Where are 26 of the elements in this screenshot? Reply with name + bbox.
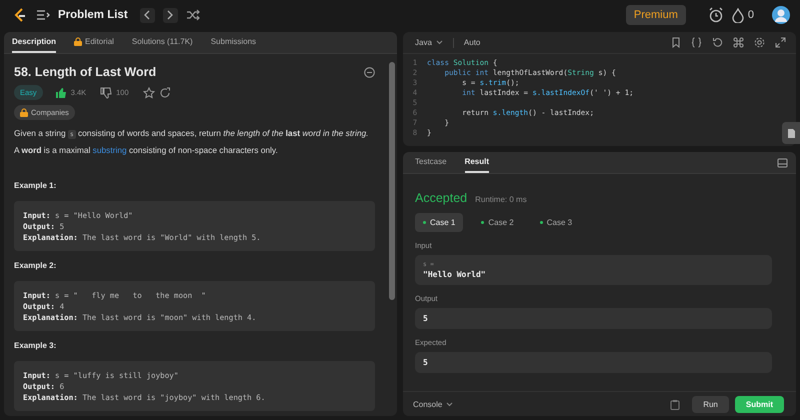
tab[interactable]: Submissions <box>210 32 256 53</box>
problem-title: 58. Length of Last Word <box>14 65 156 79</box>
link[interactable]: substring <box>92 145 127 155</box>
example-title: Example 1: <box>14 181 58 190</box>
console-dropdown[interactable]: Console <box>413 400 454 408</box>
premium-button[interactable]: Premium <box>626 5 686 25</box>
example-title: Example 3: <box>14 341 58 350</box>
accepted-status: Accepted <box>415 191 468 205</box>
problem-statement: A word is a maximal substring consisting of non-space characters only. <box>14 145 279 155</box>
expected-value-box: 5 <box>415 352 772 373</box>
case-tab[interactable]: Case 2 <box>473 213 522 232</box>
output-value-box: 5 <box>415 308 772 329</box>
run-button[interactable]: Run <box>692 396 729 412</box>
language-dropdown[interactable]: Java <box>415 38 443 47</box>
streak-count: 0 <box>748 9 754 21</box>
tab[interactable]: Editorial <box>74 32 114 53</box>
problem-list-link[interactable]: Problem List <box>58 9 128 21</box>
case-tab[interactable]: Case 3 <box>532 213 580 232</box>
tab[interactable]: Result <box>464 152 490 173</box>
tab[interactable]: Testcase <box>415 152 447 173</box>
example-title: Example 2: <box>14 261 58 270</box>
tab[interactable]: Solutions (11.7K) <box>132 32 193 53</box>
tab[interactable]: Description <box>12 32 56 53</box>
auto-mode-label[interactable]: Auto <box>464 38 480 47</box>
runtime-label: Runtime: 0 ms <box>475 195 527 204</box>
case-tab[interactable]: Case 1 <box>415 213 464 232</box>
